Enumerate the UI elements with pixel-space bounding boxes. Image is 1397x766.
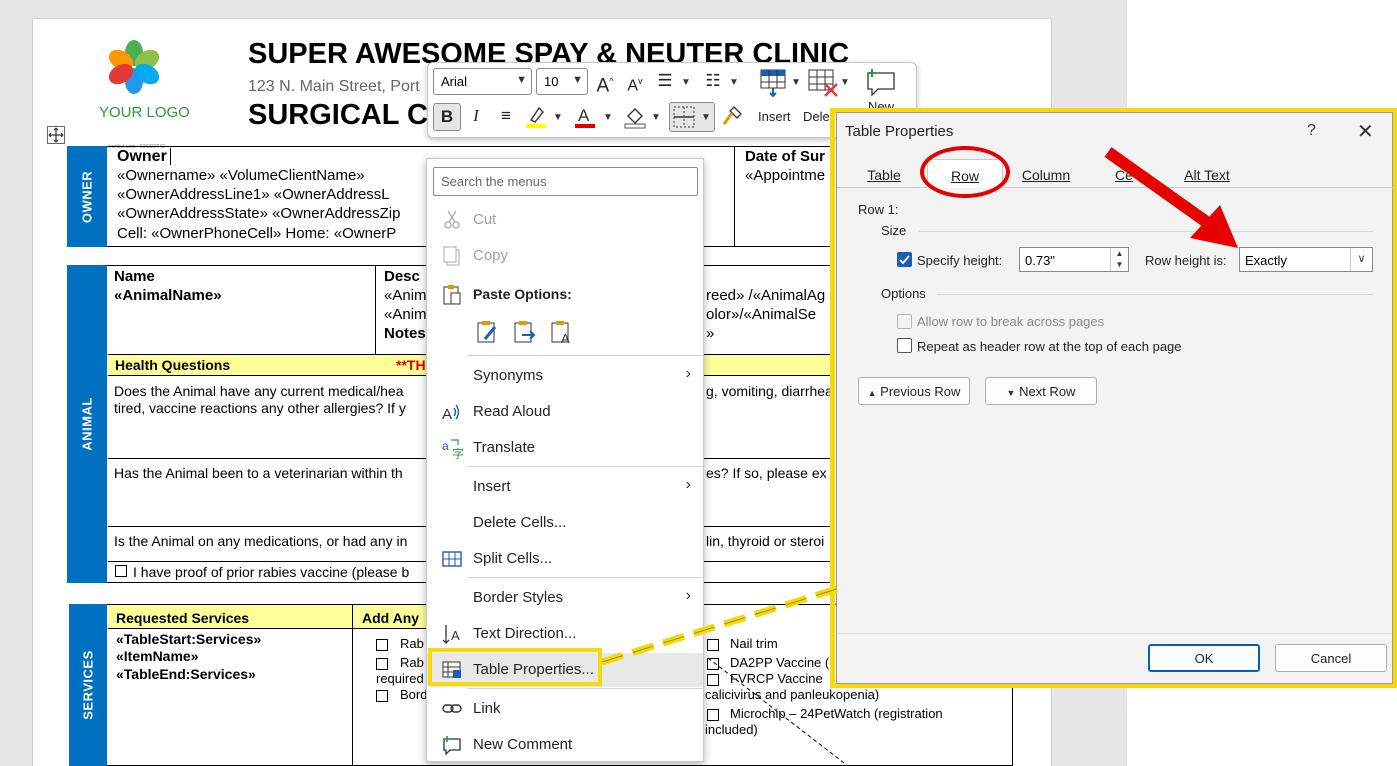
annotation-red-arrow	[1104, 147, 1219, 233]
annotation-overlay	[600, 147, 1238, 666]
